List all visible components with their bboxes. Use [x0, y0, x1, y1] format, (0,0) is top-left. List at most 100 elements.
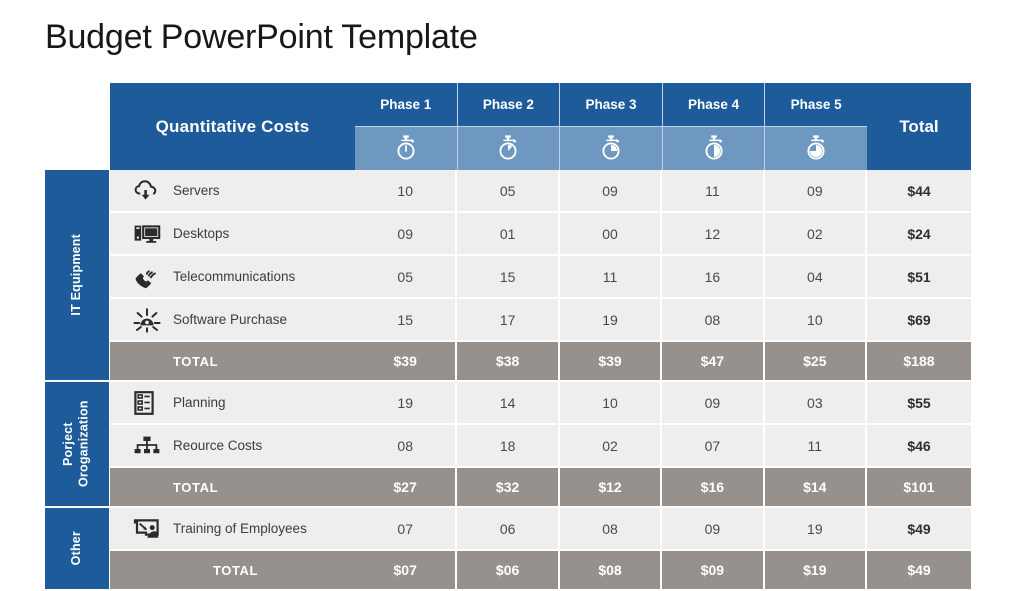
- cell-phase-4: $47: [662, 342, 765, 380]
- row-label-cell: Servers: [110, 170, 355, 211]
- category-block-2: Porject Oroganization: [45, 382, 109, 508]
- category-block-3: Other: [45, 508, 109, 591]
- category-label: IT Equipment: [69, 234, 84, 316]
- cell-phase-2: 18: [457, 425, 560, 466]
- phase-label: Phase 2: [457, 83, 560, 127]
- page-title: Budget PowerPoint Template: [45, 18, 478, 56]
- cell-phase-3: 09: [560, 170, 663, 211]
- row-label-cell: Software Purchase: [110, 299, 355, 340]
- row-values: $39 $38 $39 $47 $25: [355, 342, 868, 380]
- phase-column-5: Phase 5: [765, 83, 867, 170]
- cell-phase-5: 04: [765, 256, 868, 297]
- cell-phase-4: $09: [662, 551, 765, 589]
- cloud-download-icon: [133, 179, 167, 203]
- row-label-cell: TOTAL: [110, 468, 355, 506]
- phase-header-group: Phase 1 Phase 2 Phase 3 Phase 4 Phase 5: [355, 83, 867, 170]
- row-label-text: TOTAL: [173, 353, 219, 369]
- cell-phase-2: 15: [457, 256, 560, 297]
- cell-phase-1: 05: [355, 256, 458, 297]
- cell-phase-3: 02: [560, 425, 663, 466]
- stopwatch-icon: [662, 126, 765, 170]
- row-label-cell: Telecommunications: [110, 256, 355, 297]
- cell-phase-2: 17: [457, 299, 560, 340]
- row-values: 19 14 10 09 03: [355, 382, 868, 423]
- cell-phase-2: $38: [457, 342, 560, 380]
- table-row: Reource Costs 08 18 02 07 11 $46: [110, 425, 971, 468]
- phase-label: Phase 5: [765, 83, 867, 127]
- cell-phase-5: 03: [765, 382, 868, 423]
- cell-phase-4: 12: [662, 213, 765, 254]
- cell-phase-3: 08: [560, 508, 663, 549]
- training-board-icon: [133, 518, 167, 540]
- cell-phase-4: 09: [662, 508, 765, 549]
- cell-phase-5: $25: [765, 342, 868, 380]
- cell-phase-1: 10: [355, 170, 458, 211]
- row-label-cell: TOTAL: [110, 551, 355, 589]
- cell-phase-3: $08: [560, 551, 663, 589]
- table-row: Planning 19 14 10 09 03 $55: [110, 382, 971, 425]
- software-hub-icon: [133, 307, 167, 333]
- header-quantitative-costs: Quantitative Costs: [110, 83, 355, 170]
- table-row: Training of Employees 07 06 08 09 19 $49: [110, 508, 971, 551]
- cell-phase-5: 11: [765, 425, 868, 466]
- table-row: Servers 10 05 09 11 09 $44: [110, 170, 971, 213]
- phase-label: Phase 4: [662, 83, 765, 127]
- row-label-cell: Planning: [110, 382, 355, 423]
- row-values: 07 06 08 09 19: [355, 508, 868, 549]
- cell-total: $46: [907, 437, 931, 454]
- phase-column-4: Phase 4: [662, 83, 766, 170]
- row-label-text: Software Purchase: [173, 312, 288, 327]
- table-row: Software Purchase 15 17 19 08 10 $69: [110, 299, 971, 342]
- table-row: Desktops 09 01 00 12 02 $24: [110, 213, 971, 256]
- phase-column-3: Phase 3: [560, 83, 663, 170]
- row-label-text: Telecommunications: [173, 269, 296, 284]
- cell-total: $49: [907, 520, 931, 537]
- cell-phase-1: 09: [355, 213, 458, 254]
- stopwatch-icon: [355, 126, 457, 170]
- category-block-1: IT Equipment: [45, 170, 109, 382]
- cell-total: $101: [903, 479, 935, 495]
- cell-phase-1: 15: [355, 299, 458, 340]
- cell-phase-3: 00: [560, 213, 663, 254]
- slide-canvas: Budget PowerPoint Template Quantitative …: [0, 0, 1024, 591]
- stopwatch-icon: [765, 126, 867, 170]
- row-values: $27 $32 $12 $16 $14: [355, 468, 868, 506]
- org-chart-icon: [133, 435, 167, 457]
- row-values: $07 $06 $08 $09 $19: [355, 551, 868, 589]
- cell-phase-1: $39: [355, 342, 458, 380]
- cell-phase-4: 08: [662, 299, 765, 340]
- cell-phase-1: 07: [355, 508, 458, 549]
- row-label-text: Training of Employees: [173, 521, 307, 536]
- category-label: Porject Oroganization: [61, 400, 91, 488]
- cell-phase-1: $27: [355, 468, 458, 506]
- cell-total: $55: [907, 394, 931, 411]
- row-label-text: TOTAL: [173, 479, 219, 495]
- row-values: 08 18 02 07 11: [355, 425, 868, 466]
- cell-phase-3: $39: [560, 342, 663, 380]
- total-row: TOTAL $27 $32 $12 $16 $14 $101: [110, 468, 971, 508]
- phase-label: Phase 1: [355, 83, 457, 127]
- cell-phase-1: 19: [355, 382, 458, 423]
- cell-phase-5: 02: [765, 213, 868, 254]
- phase-label: Phase 3: [560, 83, 662, 127]
- row-label-text: Reource Costs: [173, 438, 263, 453]
- stopwatch-icon: [457, 126, 560, 170]
- phase-column-2: Phase 2: [457, 83, 561, 170]
- cell-phase-4: 11: [662, 170, 765, 211]
- row-label-cell: Desktops: [110, 213, 355, 254]
- row-label-text: Desktops: [173, 226, 230, 241]
- row-label-text: TOTAL: [212, 562, 259, 578]
- row-values: 05 15 11 16 04: [355, 256, 868, 297]
- cell-total: $24: [907, 225, 931, 242]
- cell-phase-5: 09: [765, 170, 868, 211]
- cell-phase-2: 14: [457, 382, 560, 423]
- total-row: TOTAL $39 $38 $39 $47 $25 $188: [110, 342, 971, 382]
- header-total: Total: [867, 83, 971, 170]
- desktop-computer-icon: [133, 223, 167, 245]
- cell-total: $188: [903, 353, 935, 369]
- cell-phase-5: 19: [765, 508, 868, 549]
- table-row: Telecommunications 05 15 11 16 04 $51: [110, 256, 971, 299]
- category-label: Other: [69, 531, 84, 566]
- row-values: 09 01 00 12 02: [355, 213, 868, 254]
- cell-phase-4: $16: [662, 468, 765, 506]
